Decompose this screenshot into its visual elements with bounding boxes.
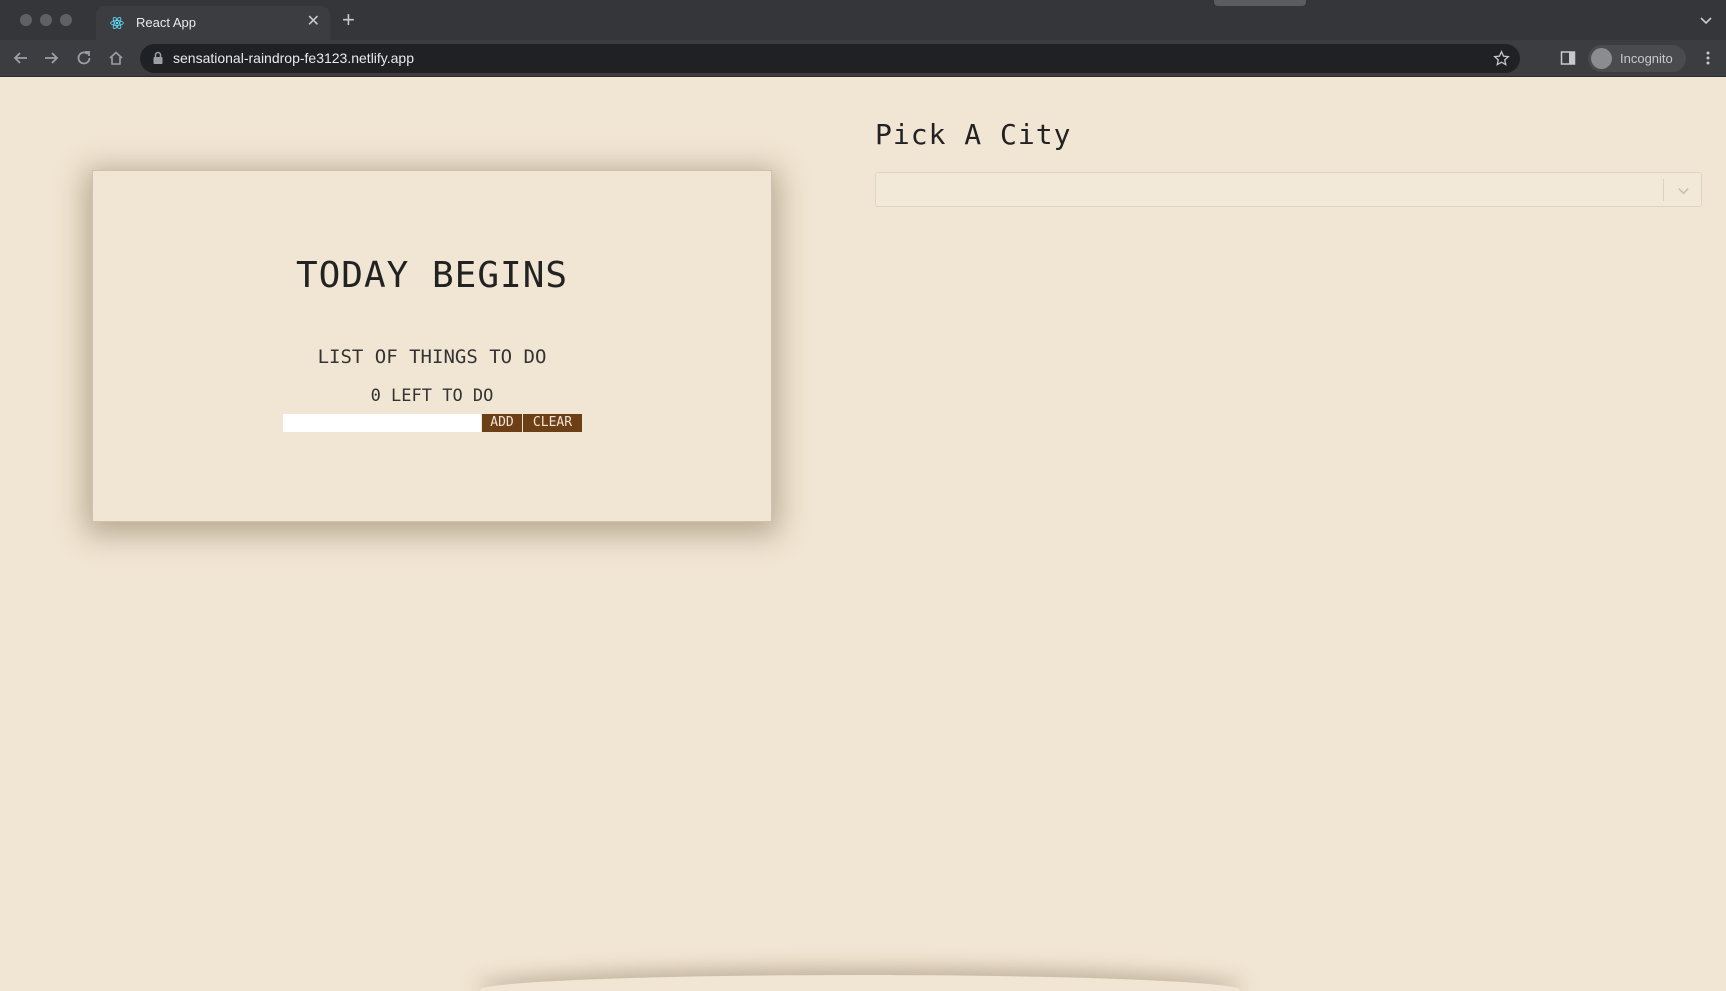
home-icon[interactable] [107, 49, 125, 67]
react-favicon-icon [110, 16, 124, 30]
new-tab-icon[interactable]: + [342, 8, 355, 32]
remaining-count: 0 LEFT TO DO [370, 386, 494, 406]
window-zoom-dot[interactable] [60, 14, 72, 26]
browser-tab-strip: React App ✕ + [0, 0, 1726, 40]
chevron-down-icon[interactable] [1677, 184, 1690, 197]
todo-card: TODAY BEGINS LIST OF THINGS TO DO 0 LEFT… [92, 170, 772, 522]
window-minimize-dot[interactable] [40, 14, 52, 26]
add-button[interactable]: ADD [482, 414, 522, 432]
back-icon[interactable] [12, 49, 30, 67]
todo-list-heading: LIST OF THINGS TO DO [317, 346, 547, 368]
side-panel-icon[interactable] [1560, 50, 1576, 66]
address-bar[interactable]: sensational-raindrop-fe3123.netlify.app [140, 44, 1520, 73]
forward-icon[interactable] [42, 49, 60, 67]
offscreen-card-shadow [480, 975, 1240, 991]
incognito-icon [1591, 48, 1612, 69]
todo-input[interactable] [283, 414, 481, 432]
browser-toolbar: sensational-raindrop-fe3123.netlify.app … [0, 40, 1726, 77]
lock-icon[interactable] [152, 51, 164, 65]
url-text[interactable]: sensational-raindrop-fe3123.netlify.app [173, 50, 414, 66]
star-icon[interactable] [1493, 50, 1510, 67]
profile-label: Incognito [1620, 51, 1673, 66]
page-title: TODAY BEGINS [295, 255, 569, 296]
city-select[interactable] [875, 172, 1702, 207]
select-separator [1663, 179, 1664, 201]
close-icon[interactable]: ✕ [307, 12, 320, 32]
more-menu-icon[interactable] [1700, 50, 1716, 66]
incognito-profile-button[interactable]: Incognito [1588, 45, 1686, 72]
window-grab-handle [1214, 0, 1306, 6]
chevron-down-icon[interactable] [1698, 12, 1714, 28]
window-close-dot[interactable] [20, 14, 32, 26]
clear-button[interactable]: CLEAR [523, 414, 582, 432]
reload-icon[interactable] [75, 49, 93, 67]
browser-tab[interactable]: React App ✕ [96, 6, 330, 40]
tab-title: React App [136, 15, 196, 30]
city-heading: Pick A City [875, 118, 1072, 151]
